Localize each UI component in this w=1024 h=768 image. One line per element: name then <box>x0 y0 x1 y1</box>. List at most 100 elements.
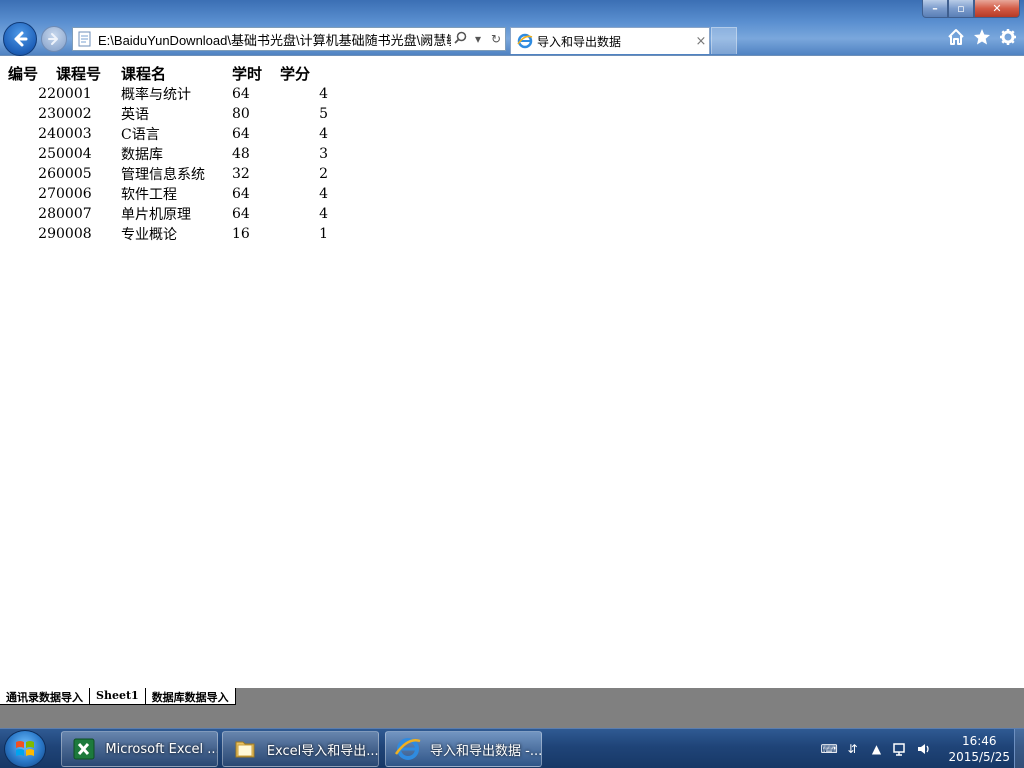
cell-id: 23 <box>38 106 56 122</box>
cell-hours: 32 <box>232 166 250 182</box>
taskbar-item-label: Excel导入和导出... <box>266 743 378 759</box>
keyboard-icon[interactable]: ⌨ <box>820 741 837 757</box>
cell-hours: 64 <box>232 206 250 222</box>
input-method-icon[interactable]: ⇵ <box>844 741 860 757</box>
taskbar-item-label: Microsoft Excel ... <box>105 741 217 757</box>
taskbar-item-label: 导入和导出数据 -... <box>430 743 541 759</box>
windows-logo-icon <box>16 741 34 756</box>
cell-hours: 16 <box>232 226 250 242</box>
browser-chrome: – ▫ ✕ E:\BaiduYunDownload\基础书光盘\计算机基础随书光… <box>0 0 1024 56</box>
cell-name: 软件工程 <box>121 187 177 203</box>
table-row: 22 0001 概率与统计 64 4 <box>8 84 328 104</box>
show-desktop-button[interactable] <box>1014 729 1024 768</box>
page-content: 编号 课程号 课程名 学时 学分 22 0001 概率与统计 64 4 23 0… <box>0 56 1024 688</box>
new-tab-button[interactable] <box>711 27 737 54</box>
ie-icon <box>394 735 422 763</box>
cell-code: 0008 <box>56 226 92 242</box>
cell-credit: 4 <box>319 186 328 202</box>
table-row: 25 0004 数据库 48 3 <box>8 144 328 164</box>
close-tab-icon[interactable]: × <box>693 34 709 49</box>
cell-credit: 4 <box>319 86 328 102</box>
maximize-button[interactable]: ▫ <box>948 0 974 18</box>
cell-code: 0007 <box>56 206 92 222</box>
cell-id: 24 <box>38 126 56 142</box>
table-row: 26 0005 管理信息系统 32 2 <box>8 164 328 184</box>
table-row: 29 0008 专业概论 16 1 <box>8 224 328 244</box>
tab-title: 导入和导出数据 <box>537 34 622 49</box>
cell-hours: 64 <box>232 86 250 102</box>
table-row: 24 0003 C语言 64 4 <box>8 124 328 144</box>
cell-credit: 4 <box>319 206 328 222</box>
ie-page-icon <box>517 33 533 49</box>
cell-code: 0003 <box>56 126 92 142</box>
taskbar-item-folder[interactable]: Excel导入和导出... <box>222 731 379 767</box>
sheet-tab-bar: 通讯录数据导入 Sheet1 数据库数据导入 <box>0 688 1024 728</box>
cell-credit: 1 <box>319 226 328 242</box>
back-button[interactable] <box>3 22 37 56</box>
table-row: 27 0006 软件工程 64 4 <box>8 184 328 204</box>
cell-id: 26 <box>38 166 56 182</box>
cell-name: C语言 <box>121 127 160 143</box>
show-hidden-icons-icon[interactable]: ▲ <box>868 741 884 757</box>
minimize-button[interactable]: – <box>922 0 948 18</box>
table-row: 28 0007 单片机原理 64 4 <box>8 204 328 224</box>
clock[interactable]: 16:46 2015/5/25 <box>948 733 1010 765</box>
cell-code: 0005 <box>56 166 92 182</box>
refresh-icon[interactable]: ↻ <box>487 32 505 46</box>
cell-id: 28 <box>38 206 56 222</box>
header-credit: 学分 <box>280 64 311 83</box>
back-arrow-icon <box>14 31 28 47</box>
page-icon <box>76 30 94 48</box>
header-code: 课程号 <box>56 64 102 83</box>
address-bar[interactable]: E:\BaiduYunDownload\基础书光盘\计算机基础随书光盘\阙慧敏-… <box>72 27 506 51</box>
home-icon[interactable] <box>946 28 966 48</box>
cell-id: 25 <box>38 146 56 162</box>
network-icon[interactable] <box>892 741 908 757</box>
cell-id: 29 <box>38 226 56 242</box>
sheet-tab-contacts[interactable]: 通讯录数据导入 <box>0 688 90 705</box>
sheet-tab-database[interactable]: 数据库数据导入 <box>145 688 236 705</box>
clock-time: 16:46 <box>961 734 997 748</box>
header-name: 课程名 <box>121 64 167 83</box>
address-text[interactable]: E:\BaiduYunDownload\基础书光盘\计算机基础随书光盘\阙慧敏-… <box>98 30 451 49</box>
header-id: 编号 <box>8 64 39 83</box>
search-icon[interactable] <box>451 31 469 47</box>
taskbar-item-browser[interactable]: 导入和导出数据 -... <box>385 731 542 767</box>
cell-credit: 2 <box>319 166 328 182</box>
sheet-tabs: 通讯录数据导入 Sheet1 数据库数据导入 <box>0 688 236 705</box>
cell-hours: 64 <box>232 186 250 202</box>
start-button[interactable] <box>4 730 46 768</box>
cell-credit: 4 <box>319 126 328 142</box>
forward-button[interactable] <box>41 26 67 52</box>
table-row: 23 0002 英语 80 5 <box>8 104 328 124</box>
cell-code: 0004 <box>56 146 92 162</box>
system-tray: ⌨ ⇵ ▲ 16:46 2015/5/25 <box>820 729 1010 768</box>
cell-credit: 3 <box>319 146 328 162</box>
cell-credit: 5 <box>319 106 328 122</box>
dropdown-icon[interactable]: ▾ <box>469 32 487 46</box>
folder-icon <box>231 735 259 763</box>
clock-date: 2015/5/25 <box>948 750 1010 764</box>
cell-hours: 64 <box>232 126 250 142</box>
cell-id: 27 <box>38 186 56 202</box>
cell-name: 数据库 <box>121 147 163 163</box>
cell-name: 概率与统计 <box>121 87 191 103</box>
cell-hours: 80 <box>232 106 250 122</box>
taskbar: Microsoft Excel ... Excel导入和导出... 导入和导出数… <box>0 728 1024 768</box>
close-window-button[interactable]: ✕ <box>974 0 1020 18</box>
excel-icon <box>70 735 97 763</box>
cell-hours: 48 <box>232 146 250 162</box>
tab-active[interactable]: 导入和导出数据 × <box>510 27 710 54</box>
table-header-row: 编号 课程号 课程名 学时 学分 <box>8 62 328 84</box>
settings-gear-icon[interactable] <box>998 28 1018 48</box>
taskbar-item-excel[interactable]: Microsoft Excel ... <box>61 731 218 767</box>
sheet-tab-sheet1[interactable]: Sheet1 <box>90 688 146 705</box>
cell-code: 0002 <box>56 106 92 122</box>
course-table: 编号 课程号 课程名 学时 学分 22 0001 概率与统计 64 4 23 0… <box>8 62 328 244</box>
window-controls: – ▫ ✕ <box>922 0 1020 18</box>
favorites-star-icon[interactable] <box>972 28 992 48</box>
volume-icon[interactable] <box>916 741 932 757</box>
cell-name: 专业概论 <box>121 227 177 243</box>
cell-name: 单片机原理 <box>121 207 191 223</box>
cell-code: 0006 <box>56 186 92 202</box>
